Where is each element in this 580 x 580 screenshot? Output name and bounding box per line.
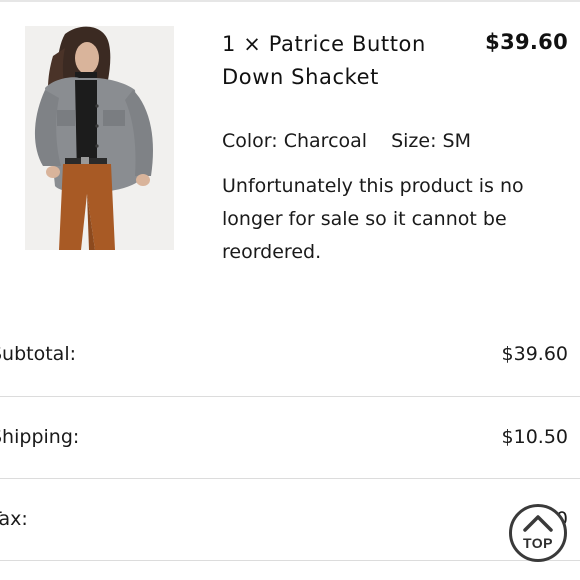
color-value: Charcoal bbox=[283, 130, 368, 152]
subtotal-value: $39.60 bbox=[501, 343, 568, 365]
top-divider bbox=[0, 0, 580, 2]
product-price: $39.60 bbox=[485, 30, 568, 54]
scroll-to-top-label: TOP bbox=[522, 535, 554, 551]
summary-divider bbox=[0, 560, 580, 561]
size-label: Size: bbox=[391, 130, 437, 152]
shipping-row: Shipping: $10.50 bbox=[0, 396, 580, 478]
product-photo bbox=[25, 26, 174, 250]
product-name[interactable]: 1 × Patrice Button Down Shacket bbox=[222, 28, 457, 94]
size-value: SM bbox=[442, 130, 471, 152]
chevron-up-icon bbox=[523, 515, 553, 532]
tax-label: Tax: bbox=[0, 508, 28, 530]
subtotal-row: Subtotal: $39.60 bbox=[0, 313, 580, 395]
shipping-label: Shipping: bbox=[0, 426, 80, 448]
product-image[interactable] bbox=[25, 26, 174, 250]
tax-row: Tax: $0.00 bbox=[0, 478, 580, 560]
scroll-to-top-button[interactable]: TOP bbox=[509, 504, 567, 562]
shipping-value: $10.50 bbox=[501, 426, 568, 448]
variant-row: Color: Charcoal Size: SM bbox=[222, 128, 471, 154]
subtotal-label: Subtotal: bbox=[0, 343, 77, 365]
color-label: Color: bbox=[222, 130, 278, 152]
unavailable-notice: Unfortunately this product is no longer … bbox=[222, 175, 524, 263]
